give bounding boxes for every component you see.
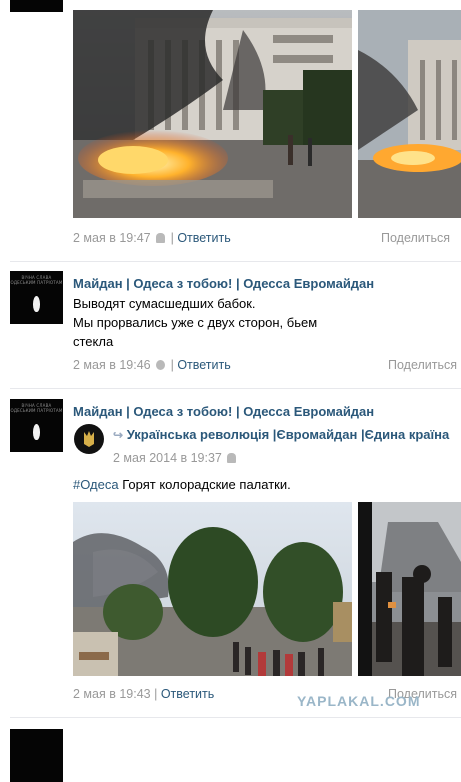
share-link[interactable]: Поделиться	[388, 358, 457, 372]
android-icon	[227, 453, 237, 463]
share-link[interactable]: Поделиться	[381, 231, 450, 245]
repost-icon: ↪	[113, 428, 124, 442]
photo-fire-building-2[interactable]	[358, 10, 461, 218]
reply-link[interactable]: Ответить	[177, 231, 230, 245]
photo-crowd[interactable]	[358, 502, 461, 676]
post-meta: 2 мая в 19:43 | Ответить	[73, 687, 215, 701]
post-text-body: Горят колорадские палатки.	[122, 477, 291, 492]
timestamp[interactable]: 2 мая в 19:47	[73, 231, 151, 245]
apple-icon	[156, 360, 166, 370]
post-author[interactable]: Майдан | Одеса з тобою! | Одесса Евромай…	[73, 276, 374, 291]
post-text-line: Выводят сумасшедших бабок.	[73, 296, 256, 311]
post-author[interactable]: Майдан | Одеса з тобою! | Одесса Евромай…	[73, 404, 374, 419]
avatar-caption: ВІЧНА СЛАВА ОДЕСЬКИМ ПАТРІОТАМ	[10, 275, 63, 285]
avatar-caption: ВІЧНА СЛАВА ОДЕСЬКИМ ПАТРІОТАМ	[10, 403, 63, 413]
timestamp[interactable]: 2 мая в 19:46	[73, 358, 151, 372]
post-meta: 2 мая в 19:46 | Ответить	[73, 358, 231, 372]
post-text-line: стекла	[73, 334, 114, 349]
avatar[interactable]	[10, 729, 63, 782]
repost-source-name[interactable]: Українська революція |Євромайдан |Єдина …	[127, 427, 450, 442]
photo-fire-building[interactable]	[73, 10, 352, 218]
avatar[interactable]	[10, 0, 63, 12]
reply-link[interactable]: Ответить	[177, 358, 230, 372]
timestamp[interactable]: 2 мая в 19:43	[73, 687, 151, 701]
avatar[interactable]: ВІЧНА СЛАВА ОДЕСЬКИМ ПАТРІОТАМ	[10, 271, 63, 324]
reply-link[interactable]: Ответить	[161, 687, 214, 701]
post-text: #Одеса Горят колорадские палатки.	[73, 475, 291, 494]
post-text-line: Мы прорвались уже с двух сторон, бьем	[73, 315, 318, 330]
photo-smoke-square[interactable]	[73, 502, 352, 676]
repost-meta: 2 мая 2014 в 19:37	[113, 451, 238, 465]
hashtag-link[interactable]: #Одеса	[73, 477, 119, 492]
separator	[10, 717, 461, 718]
candle-icon	[33, 424, 40, 440]
separator	[10, 388, 461, 389]
repost-avatar[interactable]	[74, 424, 104, 454]
post-meta: 2 мая в 19:47 | Ответить	[73, 231, 231, 245]
watermark: YAPLAKAL.COM	[297, 693, 421, 709]
repost-time[interactable]: 2 мая 2014 в 19:37	[113, 451, 222, 465]
separator	[10, 261, 461, 262]
candle-icon	[33, 296, 40, 312]
post-text: Выводят сумасшедших бабок. Мы прорвались…	[73, 294, 317, 351]
android-icon	[156, 233, 166, 243]
repost-source[interactable]: ↪ Українська революція |Євромайдан |Єдин…	[113, 427, 449, 442]
avatar[interactable]: ВІЧНА СЛАВА ОДЕСЬКИМ ПАТРІОТАМ	[10, 399, 63, 452]
